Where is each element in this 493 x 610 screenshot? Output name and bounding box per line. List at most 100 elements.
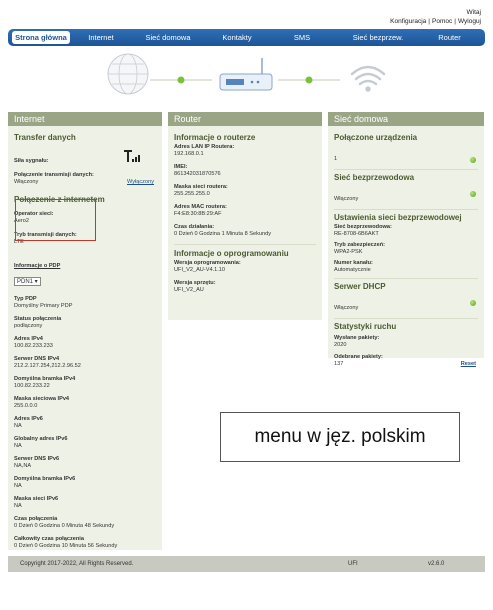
field-label: Typ PDP xyxy=(14,296,37,302)
field-label: Domyślna bramka IPv6 xyxy=(14,476,76,482)
dhcp-title: Serwer DHCP xyxy=(334,282,386,291)
tab-contacts[interactable]: Kontakty xyxy=(208,31,266,44)
home-divider-3 xyxy=(334,278,478,279)
field-row: IMEI: 861342031870576 xyxy=(168,164,322,178)
tab-sms[interactable]: SMS xyxy=(266,31,338,44)
field-value: NA xyxy=(14,503,22,509)
field-value: 0 Dzień 0 Godzina 0 Minuta 48 Sekundy xyxy=(14,523,115,529)
field-value: UFI_V2_AU-V4.1.10 xyxy=(174,267,225,273)
home-divider-4 xyxy=(334,318,478,319)
field-row: Całkowity czas połączenia 0 Dzień 0 Godzi… xyxy=(8,536,162,550)
globe-icon xyxy=(107,53,149,95)
field-value: Automatycznie xyxy=(334,267,371,273)
tab-wireless[interactable]: Sieć bezprzew. xyxy=(338,31,418,44)
device-model: UFI xyxy=(348,561,358,567)
link-status-dot xyxy=(177,76,185,84)
field-row: Serwer DNS IPv4 212.2.127.254,212.2.96.52 xyxy=(8,356,162,370)
field-label: Czas działania: xyxy=(174,224,215,230)
field-value: 0 Dzień 0 Godzina 10 Minuta 56 Sekundy xyxy=(14,543,118,549)
sent-packets-label: Wysłane pakiety: xyxy=(334,335,380,341)
dhcp-status: Włączony xyxy=(334,305,359,311)
highlight-box xyxy=(15,199,96,241)
field-value: podłączony xyxy=(14,323,43,329)
field-row: Maska sieciowa IPv4 255.0.0.0 xyxy=(8,396,162,410)
field-label: Adres LAN IP Routera: xyxy=(174,144,235,150)
wireless-status: Włączony xyxy=(334,196,359,202)
field-row: Domyślna bramka IPv6 NA xyxy=(8,476,162,490)
field-label: Numer kanału: xyxy=(334,260,373,266)
field-value: 192.168.0.1 xyxy=(174,151,204,157)
field-row: Typ PDP Domyślny Primary PDP xyxy=(8,296,162,310)
footer: Copyright 2017-2022, All Rights Reserved… xyxy=(8,556,485,572)
field-row: Globalny adres IPv6 NA xyxy=(8,436,162,450)
field-row: Maska sieci IPv6 NA xyxy=(8,496,162,510)
field-row: Wersja oprogramowania: UFI_V2_AU-V4.1.10 xyxy=(168,260,322,274)
field-row: Adres IPv6 NA xyxy=(8,416,162,430)
field-value: 100.82.233.22 xyxy=(14,383,50,389)
wifi-status-dot xyxy=(305,76,313,84)
signal-label: Siła sygnału: xyxy=(14,158,49,164)
config-link[interactable]: Konfiguracja xyxy=(390,18,426,25)
software-fields: Wersja oprogramowania: UFI_V2_AU-V4.1.10 W… xyxy=(168,260,322,294)
tab-internet[interactable]: Internet xyxy=(74,31,128,44)
field-row: Czas połączenia 0 Dzień 0 Godzina 0 Minut… xyxy=(8,516,162,530)
user-links: Witaj Konfiguracja | Pomoc | Wyloguj xyxy=(390,9,481,25)
field-value: 0 Dzień 0 Godzina 1 Minuta 8 Sekundy xyxy=(174,231,272,237)
field-label: Czas połączenia xyxy=(14,516,58,522)
field-label: Serwer DNS IPv4 xyxy=(14,356,60,362)
field-row: Tryb zabezpieczeń: WPA2-PSK xyxy=(328,242,484,256)
router-panel-title: Router xyxy=(168,112,322,126)
field-row: Adres LAN IP Routera: 192.168.0.1 xyxy=(168,144,322,158)
help-link[interactable]: Pomoc xyxy=(432,18,452,25)
annotation-box: menu w jęz. polskim xyxy=(220,412,460,462)
transfer-title: Transfer danych xyxy=(14,133,76,142)
field-label: Sieć bezprzewodowa: xyxy=(334,224,392,230)
wifi-icon xyxy=(350,65,386,92)
field-label: Adres MAC routera: xyxy=(174,204,227,210)
sent-packets-value: 2020 xyxy=(334,342,347,348)
pdp-select-value: PDN1 xyxy=(17,279,34,285)
field-value: 255.0.0.0 xyxy=(14,403,38,409)
field-label: Wersja oprogramowania: xyxy=(174,260,241,266)
field-label: Serwer DNS IPv6 xyxy=(14,456,60,462)
router-divider xyxy=(174,244,316,245)
field-row: Domyślna bramka IPv4 100.82.233.22 xyxy=(8,376,162,390)
field-value: NA xyxy=(14,423,22,429)
field-value: RE-8708-6B6AKT xyxy=(334,231,379,237)
internet-panel: Internet Transfer danych Siła sygnału: P… xyxy=(8,112,162,550)
internet-panel-title: Internet xyxy=(8,112,162,126)
greeting: Witaj xyxy=(466,9,481,16)
wireless-settings-title: Ustawienia sieci bezprzewodowej xyxy=(334,213,462,222)
field-label: Całkowity czas połączenia xyxy=(14,536,84,542)
logout-link[interactable]: Wyloguj xyxy=(458,18,481,25)
reset-stats-link[interactable]: Reset xyxy=(461,361,476,367)
field-row: Maska sieci routera: 255.255.255.0 xyxy=(168,184,322,198)
tab-router[interactable]: Router xyxy=(418,31,481,44)
home-network-panel: Sieć domowa Połączone urządzenia 1 Sieć … xyxy=(328,112,484,367)
field-row: Adres IPv4 100.82.233.233 xyxy=(8,336,162,350)
pdp-select[interactable]: PDN1 ▾ xyxy=(14,277,41,286)
data-conn-label: Połączenie transmisji danych: xyxy=(14,172,94,178)
traffic-stats-title: Statystyki ruchu xyxy=(334,322,397,331)
field-value: NA,NA xyxy=(14,463,32,469)
home-divider-2 xyxy=(334,209,478,210)
status-ok-icon xyxy=(470,157,476,163)
router-fields: Adres LAN IP Routera: 192.168.0.1 IMEI: 861… xyxy=(168,144,322,238)
field-value: WPA2-PSK xyxy=(334,249,363,255)
field-row: Serwer DNS IPv6 NA,NA xyxy=(8,456,162,470)
field-value: 861342031870576 xyxy=(174,171,221,177)
status-ok-icon xyxy=(470,191,476,197)
tab-home-network[interactable]: Sieć domowa xyxy=(128,31,208,44)
field-label: Maska sieciowa IPv4 xyxy=(14,396,70,402)
field-row: Adres MAC routera: F4:E8:30:8B:29:AF xyxy=(168,204,322,218)
field-row: Czas działania: 0 Dzień 0 Godzina 1 Minut… xyxy=(168,224,322,238)
field-label: Maska sieci routera: xyxy=(174,184,228,190)
connected-devices-title: Połączone urządzenia xyxy=(334,133,418,142)
field-value: 100.82.233.233 xyxy=(14,343,53,349)
tab-home[interactable]: Strona główna xyxy=(12,31,70,44)
received-packets-value: 137 xyxy=(334,361,344,367)
field-label: Adres IPv4 xyxy=(14,336,43,342)
field-label: Wersja sprzętu: xyxy=(174,280,216,286)
field-label: Domyślna bramka IPv4 xyxy=(14,376,76,382)
data-conn-toggle[interactable]: Wyłączony xyxy=(127,179,154,185)
